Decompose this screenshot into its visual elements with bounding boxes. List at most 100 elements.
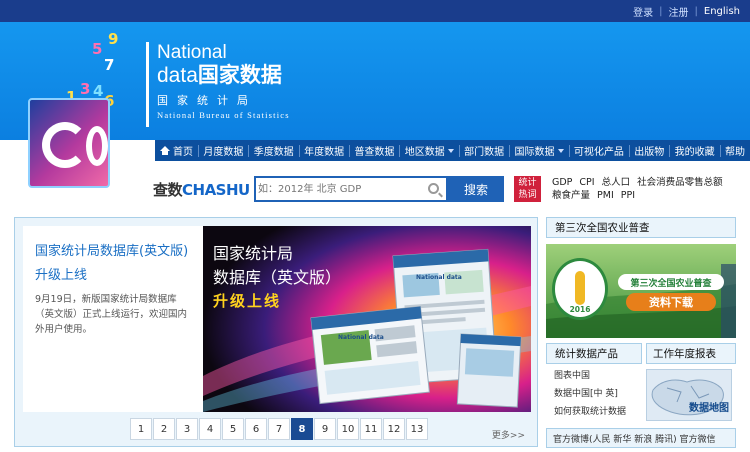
brand-line1: National [157, 42, 227, 63]
products-title[interactable]: 统计数据产品 [546, 343, 642, 364]
hot-word-link[interactable]: PMI [597, 189, 614, 202]
chevron-down-icon [447, 148, 454, 153]
nav-item-visualization[interactable]: 可视化产品 [569, 140, 629, 161]
english-link[interactable]: English [698, 6, 746, 17]
nav-label: 出版物 [634, 147, 665, 158]
search-box [254, 176, 448, 202]
register-link[interactable]: 注册 [663, 4, 695, 19]
login-link[interactable]: 登录 [627, 4, 659, 19]
search-input[interactable] [258, 181, 423, 197]
hot-words-row: 粮食产量 PMI PPI [552, 189, 750, 202]
hot-word-link[interactable]: 总人口 [602, 176, 631, 189]
cube-number: 9 [108, 30, 119, 48]
chashu-cn: 查数 [153, 181, 183, 199]
site-logo[interactable]: National data国家数据 国家统计局 National Bureau … [146, 42, 336, 127]
slide-screen-label: National data [416, 274, 462, 281]
search-row: 查数CHASHU 搜索 统计热词 GDP CPI 总人口 社会消费品零售总额 粮… [0, 163, 750, 213]
slide-line1: 国家统计局 [213, 244, 294, 263]
search-icon[interactable] [428, 183, 439, 194]
product-link[interactable]: 图表中国 [554, 367, 642, 385]
page-button-active[interactable]: 8 [291, 418, 313, 440]
nav-item-quarterly[interactable]: 季度数据 [249, 140, 299, 161]
census-year: 2016 [569, 305, 591, 314]
news-panel: 国家统计局数据库(英文版)升级上线 9月19日，新版国家统计局数据库（英文版）正… [14, 217, 538, 447]
page-button[interactable]: 2 [153, 418, 175, 440]
hot-badge-line: 热词 [518, 190, 537, 200]
wheat-icon [575, 271, 585, 305]
nav-item-favorites[interactable]: 我的收藏 [670, 140, 720, 161]
product-link[interactable]: 如何获取统计数据 [554, 403, 642, 421]
hot-word-link[interactable]: GDP [552, 176, 572, 189]
top-links: 登录 | 注册 | English [627, 0, 746, 22]
hot-word-link[interactable]: 社会消费品零售总额 [637, 176, 723, 189]
cube-number: 5 [92, 40, 103, 58]
news-title-link[interactable]: 国家统计局数据库(英文版)升级上线 [35, 240, 199, 288]
hot-word-link[interactable]: PPI [621, 189, 635, 202]
nav-item-department[interactable]: 部门数据 [459, 140, 509, 161]
nav-label: 季度数据 [253, 147, 294, 158]
census-ad-line1: 第三次全国农业普查 [618, 274, 724, 290]
chashu-en: CHASHU [182, 181, 250, 199]
nav-label: 可视化产品 [573, 147, 624, 158]
census-logo-icon: 2016 [552, 258, 608, 320]
cube-ring [42, 122, 88, 168]
nav-label: 普查数据 [354, 147, 395, 158]
page-button[interactable]: 11 [360, 418, 382, 440]
more-link[interactable]: 更多>> [492, 428, 525, 441]
pager: 1 2 3 4 5 6 7 8 9 10 11 12 13 [130, 418, 429, 440]
data-map-label: 数据地图 [689, 403, 729, 414]
nav-item-census[interactable]: 普查数据 [349, 140, 399, 161]
page-button[interactable]: 5 [222, 418, 244, 440]
slide-line3: 升级上线 [213, 292, 282, 310]
nav-label: 月度数据 [203, 147, 244, 158]
data-map-thumbnail[interactable]: 数据地图 [646, 369, 732, 421]
hot-badge-line: 统计 [518, 178, 537, 188]
top-bar: 登录 | 注册 | English [0, 0, 750, 22]
report-title[interactable]: 工作年度报表 [646, 343, 736, 364]
census-title[interactable]: 第三次全国农业普查 [546, 217, 736, 238]
nav-label: 我的收藏 [674, 147, 715, 158]
page-button[interactable]: 10 [337, 418, 359, 440]
hot-words: GDP CPI 总人口 社会消费品零售总额 粮食产量 PMI PPI [552, 176, 750, 202]
census-download-button[interactable]: 资料下载 [626, 293, 716, 311]
page-button[interactable]: 4 [199, 418, 221, 440]
page-button[interactable]: 7 [268, 418, 290, 440]
census-download-banner[interactable]: 2016 第三次全国农业普查 资料下载 [546, 244, 736, 338]
official-social-bar[interactable]: 官方微博(人民 新华 新浪 腾讯) 官方微信 [546, 428, 736, 448]
page-button[interactable]: 12 [383, 418, 405, 440]
brand-en-name: National Bureau of Statistics [157, 110, 290, 120]
main-nav: 首页 月度数据 季度数据 年度数据 普查数据 地区数据 部门数据 国际数据 可视… [155, 140, 750, 161]
nav-item-annual[interactable]: 年度数据 [299, 140, 349, 161]
product-link[interactable]: 数据中国[中 英] [554, 385, 642, 403]
page-button[interactable]: 1 [130, 418, 152, 440]
hot-word-link[interactable]: 粮食产量 [552, 189, 590, 202]
chevron-down-icon [557, 148, 564, 153]
cube-number: 7 [104, 56, 115, 74]
news-body: 9月19日，新版国家统计局数据库（英文版）正式上线运行，欢迎国内外用户使用。 [35, 294, 188, 335]
brand-line2-cn: 国家数据 [197, 64, 282, 87]
page-button[interactable]: 13 [406, 418, 428, 440]
nav-item-home[interactable]: 首页 [155, 140, 198, 161]
cube-number: 3 [80, 80, 91, 98]
brand-line2: data国家数据 [157, 64, 336, 88]
nav-item-international[interactable]: 国际数据 [510, 140, 569, 161]
page-button[interactable]: 3 [176, 418, 198, 440]
nav-item-publications[interactable]: 出版物 [629, 140, 669, 161]
nav-label: 国际数据 [514, 147, 555, 158]
page-button[interactable]: 6 [245, 418, 267, 440]
census-ad-text: 第三次全国农业普查 资料下载 [618, 274, 724, 314]
home-icon [160, 146, 170, 155]
news-text-card: 国家统计局数据库(英文版)升级上线 9月19日，新版国家统计局数据库（英文版）正… [23, 226, 203, 412]
brand-cn-name: 国家统计局 [157, 94, 257, 107]
hot-words-row: GDP CPI 总人口 社会消费品零售总额 [552, 176, 750, 189]
nav-item-regional[interactable]: 地区数据 [400, 140, 459, 161]
search-button[interactable]: 搜索 [448, 176, 504, 202]
hot-word-link[interactable]: CPI [579, 176, 594, 189]
hot-words-badge: 统计 热词 [514, 176, 541, 202]
nav-item-monthly[interactable]: 月度数据 [198, 140, 248, 161]
news-slide-image[interactable]: National data National data 国家统计局 数据库（英文… [203, 226, 531, 412]
nav-item-help[interactable]: 帮助 [720, 140, 750, 161]
page-button[interactable]: 9 [314, 418, 336, 440]
nav-label: 地区数据 [404, 147, 445, 158]
nav-label: 部门数据 [464, 147, 505, 158]
